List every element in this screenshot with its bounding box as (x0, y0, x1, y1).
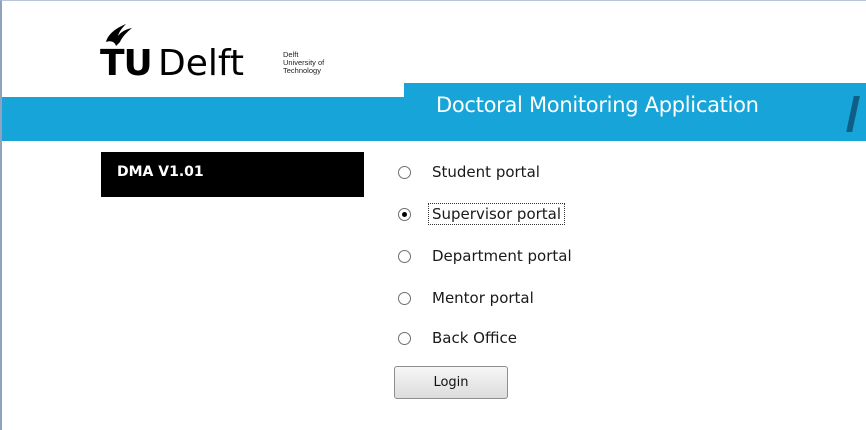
portal-label[interactable]: Department portal (428, 245, 576, 267)
portal-label[interactable]: Back Office (428, 327, 521, 349)
portal-label[interactable]: Student portal (428, 161, 544, 183)
portal-option-supervisor[interactable]: Supervisor portal (398, 202, 618, 226)
portal-label[interactable]: Supervisor portal (428, 203, 566, 225)
tu-delft-logo: TU Delft Delft University of Technology (100, 20, 360, 92)
radio-button[interactable] (398, 165, 411, 179)
portal-option-back-office[interactable]: Back Office (398, 326, 618, 350)
radio-button[interactable] (398, 331, 411, 345)
portal-label[interactable]: Mentor portal (428, 287, 538, 309)
radio-button-selected[interactable] (398, 207, 411, 221)
logo-name: Delft (158, 43, 245, 84)
app-title: Doctoral Monitoring Application (436, 93, 759, 117)
login-button[interactable]: Login (394, 366, 508, 399)
logo-mark: TU (100, 43, 153, 84)
portal-option-mentor[interactable]: Mentor portal (398, 286, 618, 310)
radio-button[interactable] (398, 249, 411, 263)
logo-subtitle: Delft University of Technology (283, 50, 325, 75)
radio-button[interactable] (398, 291, 411, 305)
portal-option-department[interactable]: Department portal (398, 244, 618, 268)
version-panel: DMA V1.01 (101, 152, 364, 197)
portal-option-student[interactable]: Student portal (398, 160, 618, 184)
version-label: DMA V1.01 (117, 164, 204, 180)
